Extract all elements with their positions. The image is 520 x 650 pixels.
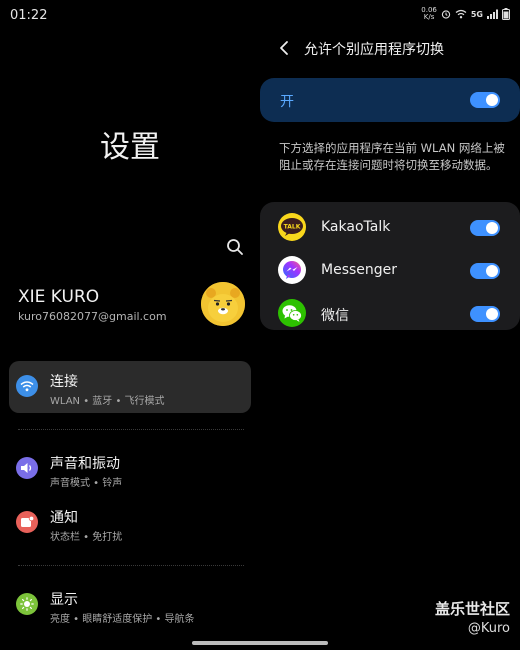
toggle-knob	[486, 308, 498, 320]
app-toggle-messenger[interactable]	[470, 263, 500, 279]
toggle-knob	[486, 265, 498, 277]
app-row-kakaotalk[interactable]: TALK KakaoTalk	[260, 208, 520, 248]
detail-title: 允许个别应用程序切换	[304, 42, 444, 58]
net-speed-unit: K/s	[423, 13, 435, 21]
settings-item-title: 显示	[50, 592, 78, 608]
kakaotalk-icon-text: TALK	[284, 224, 301, 231]
app-row-wechat[interactable]: 微信	[260, 294, 520, 334]
app-row-messenger[interactable]: Messenger	[260, 251, 520, 291]
settings-item-display[interactable]: 显示 亮度 • 眼睛舒适度保护 • 导航条	[9, 579, 251, 631]
volume-icon	[16, 457, 38, 479]
settings-item-notifications[interactable]: 通知 状态栏 • 免打扰	[9, 497, 251, 549]
sun-icon	[16, 593, 38, 615]
divider	[18, 565, 244, 566]
search-button[interactable]	[224, 236, 246, 258]
kakaotalk-icon: TALK	[278, 213, 306, 241]
app-name: KakaoTalk	[321, 219, 391, 235]
settings-item-subtitle: WLAN • 蓝牙 • 飞行模式	[50, 396, 165, 407]
settings-item-subtitle: 亮度 • 眼睛舒适度保护 • 导航条	[50, 614, 195, 625]
settings-item-subtitle: 声音模式 • 铃声	[50, 478, 123, 489]
settings-item-title: 通知	[50, 510, 78, 526]
avatar[interactable]	[201, 282, 245, 326]
signal-icon	[487, 9, 498, 19]
notification-icon	[16, 511, 38, 533]
master-toggle[interactable]	[470, 92, 500, 108]
messenger-icon	[278, 256, 306, 284]
app-name: Messenger	[321, 262, 398, 278]
toggle-knob	[486, 94, 498, 106]
page-title: 设置	[100, 130, 160, 165]
profile-name: XIE KURO	[18, 287, 100, 307]
home-indicator[interactable]	[192, 641, 328, 645]
wifi-icon	[16, 375, 38, 397]
app-name: 微信	[321, 308, 349, 324]
status-bar: 01:22 0.06 K/s 5G	[0, 0, 520, 30]
status-time: 01:22	[10, 8, 48, 23]
app-toggle-wechat[interactable]	[470, 306, 500, 322]
watermark-handle: @Kuro	[467, 621, 510, 636]
settings-item-connections[interactable]: 连接 WLAN • 蓝牙 • 飞行模式	[9, 361, 251, 413]
net-speed: 0.06 K/s	[421, 7, 437, 21]
settings-pane: 设置 XIE KURO kuro76082077@gmail.com 连接 WL…	[0, 30, 260, 650]
divider	[18, 429, 244, 430]
battery-icon	[502, 8, 510, 20]
detail-pane: 允许个别应用程序切换 开 下方选择的应用程序在当前 WLAN 网络上被阻止或存在…	[260, 30, 520, 650]
settings-item-title: 声音和振动	[50, 456, 120, 472]
chevron-left-icon	[280, 41, 288, 55]
settings-item-subtitle: 状态栏 • 免打扰	[50, 532, 123, 543]
settings-item-title: 连接	[50, 374, 78, 390]
avatar-character-icon	[201, 282, 245, 326]
profile-email: kuro76082077@gmail.com	[18, 310, 167, 323]
master-switch-row[interactable]: 开	[260, 78, 520, 122]
app-list: TALK KakaoTalk Messenger 微信	[260, 202, 520, 330]
toggle-knob	[486, 222, 498, 234]
status-icons: 0.06 K/s 5G	[421, 7, 510, 21]
app-toggle-kakaotalk[interactable]	[470, 220, 500, 236]
wifi-icon	[455, 9, 467, 19]
5g-icon: 5G	[470, 9, 483, 19]
search-icon	[227, 239, 243, 255]
back-button[interactable]	[276, 39, 294, 57]
description-text: 下方选择的应用程序在当前 WLAN 网络上被阻止或存在连接问题时将切换至移动数据…	[279, 141, 505, 172]
wechat-icon	[278, 299, 306, 327]
watermark: 盖乐世社区	[434, 600, 510, 618]
settings-item-sound[interactable]: 声音和振动 声音模式 • 铃声	[9, 443, 251, 495]
alarm-icon	[441, 10, 451, 19]
master-switch-label: 开	[280, 94, 294, 110]
